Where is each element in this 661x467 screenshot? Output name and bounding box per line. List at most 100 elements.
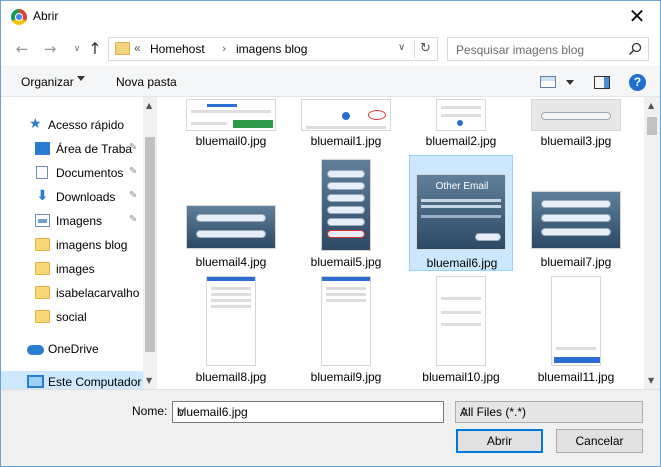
close-icon[interactable]: ✕ (614, 1, 660, 32)
navigation-scrollbar[interactable]: ▲ ▼ (143, 97, 157, 389)
thumbnail-image (551, 276, 601, 366)
star-icon: ★ (29, 116, 42, 132)
breadcrumb-overflow-icon[interactable]: « (134, 41, 141, 55)
chevron-down-icon[interactable]: ∨ (177, 405, 439, 419)
file-tile-bluemail8[interactable]: bluemail8.jpg (179, 274, 283, 389)
sidebar-item-label: social (56, 310, 87, 324)
sidebar-item-images[interactable]: images (1, 258, 143, 280)
thumbnail-image (321, 159, 371, 251)
preview-pane-icon[interactable] (594, 76, 610, 89)
file-name-label: Nome: (132, 404, 168, 418)
sidebar-item-label: Documentos (56, 166, 124, 180)
file-name: bluemail7.jpg (540, 255, 612, 269)
file-name: bluemail9.jpg (310, 370, 382, 384)
thumbnail-image (436, 99, 486, 131)
folder-icon (35, 310, 50, 323)
folder-icon (35, 238, 50, 251)
forward-arrow-icon[interactable]: → (41, 40, 59, 58)
thumbnail-image (321, 276, 371, 366)
sidebar-item-label: isabelacarvalho (56, 286, 140, 300)
file-tile-bluemail4[interactable]: bluemail4.jpg (179, 155, 283, 271)
document-icon (36, 166, 48, 179)
scroll-up-icon[interactable]: ▲ (146, 101, 152, 110)
address-bar[interactable]: « Homehost › imagens blog ∨ ↻ (108, 37, 438, 61)
thumbnail-image (531, 191, 621, 249)
window-title: Abrir (33, 9, 59, 23)
sidebar-item-imagens-blog[interactable]: imagens blog (1, 234, 143, 256)
address-dropdown-icon[interactable]: ∨ (398, 42, 405, 53)
open-button[interactable]: Abrir (456, 429, 543, 453)
sidebar-item-social[interactable]: social (1, 306, 143, 328)
scrollbar-thumb[interactable] (145, 137, 155, 352)
file-tile-bluemail5[interactable]: bluemail5.jpg (294, 155, 398, 271)
cancel-button[interactable]: Cancelar (556, 429, 643, 453)
file-tile-bluemail6[interactable]: Other Email bluemail6.jpg (409, 155, 513, 271)
sidebar-item-onedrive[interactable]: OneDrive (1, 338, 143, 360)
file-tile-bluemail0[interactable]: bluemail0.jpg (179, 97, 283, 148)
scroll-up-icon[interactable]: ▲ (648, 101, 654, 110)
view-options-caret-icon[interactable] (566, 80, 574, 85)
thumbnail-image (301, 99, 391, 131)
sidebar-item-label: images (56, 262, 95, 276)
thumbnail-image (186, 99, 276, 131)
file-name-input[interactable]: bluemail6.jpg ∨ (172, 401, 444, 423)
file-name: bluemail11.jpg (537, 370, 615, 384)
cloud-icon (27, 345, 44, 355)
help-icon[interactable]: ? (629, 74, 646, 91)
sidebar-item-downloads[interactable]: ⬇ Downloads ✎ (1, 186, 143, 208)
scrollbar-thumb[interactable] (647, 117, 657, 135)
breadcrumb-imagens-blog[interactable]: imagens blog (236, 42, 307, 56)
sidebar-item-area-de-trabalho[interactable]: Área de Traba ✎ (1, 138, 143, 160)
search-box[interactable]: Pesquisar imagens blog (447, 37, 649, 61)
file-tile-bluemail9[interactable]: bluemail9.jpg (294, 274, 398, 389)
folder-icon (115, 42, 130, 55)
search-input[interactable]: Pesquisar imagens blog (456, 43, 584, 57)
pin-icon: ✎ (129, 214, 138, 225)
file-list: bluemail0.jpg bluemail1.jpg bluemail2.jp… (157, 97, 644, 389)
thumbnail-image (186, 205, 276, 249)
scroll-down-icon[interactable]: ▼ (648, 376, 654, 385)
file-tile-bluemail10[interactable]: bluemail10.jpg (409, 274, 513, 389)
computer-icon (27, 375, 44, 388)
sidebar-item-documentos[interactable]: Documentos ✎ (1, 162, 143, 184)
sidebar-item-imagens[interactable]: Imagens ✎ (1, 210, 143, 232)
file-tile-bluemail2[interactable]: bluemail2.jpg (409, 97, 513, 148)
new-folder-button[interactable]: Nova pasta (116, 75, 177, 89)
file-name: bluemail5.jpg (310, 255, 382, 269)
sidebar-item-isabelacarvalho[interactable]: isabelacarvalho (1, 282, 143, 304)
change-view-icon[interactable] (540, 76, 556, 88)
breadcrumb-homehost[interactable]: Homehost (150, 42, 205, 56)
navigation-row: ← → ∨ ↑ « Homehost › imagens blog ∨ ↻ Pe… (1, 32, 660, 66)
file-name: bluemail6.jpg (426, 256, 498, 270)
file-name: bluemail0.jpg (195, 134, 267, 148)
search-icon[interactable] (628, 42, 642, 56)
scroll-down-icon[interactable]: ▼ (146, 376, 152, 385)
back-arrow-icon[interactable]: ← (13, 40, 31, 58)
file-tile-bluemail1[interactable]: bluemail1.jpg (294, 97, 398, 148)
file-tile-bluemail3[interactable]: bluemail3.jpg (524, 97, 628, 148)
file-tile-bluemail7[interactable]: bluemail7.jpg (524, 155, 628, 271)
chevron-down-icon[interactable]: ∨ (460, 405, 638, 419)
file-name: bluemail10.jpg (422, 370, 500, 384)
file-tile-bluemail11[interactable]: bluemail11.jpg (524, 274, 628, 389)
download-icon: ⬇ (36, 188, 49, 204)
dialog-footer: Nome: bluemail6.jpg ∨ All Files (*.*) ∨ … (1, 389, 660, 466)
pictures-icon (35, 214, 50, 227)
pin-icon: ✎ (129, 190, 138, 201)
open-file-dialog: Abrir ✕ ← → ∨ ↑ « Homehost › imagens blo… (0, 0, 661, 467)
file-list-scrollbar[interactable]: ▲ ▼ (644, 97, 660, 389)
caret-down-icon[interactable] (77, 76, 85, 81)
pin-icon: ✎ (129, 166, 138, 177)
recent-locations-chevron-icon[interactable]: ∨ (68, 40, 86, 58)
title-bar: Abrir ✕ (1, 1, 660, 32)
sidebar-item-este-computador[interactable]: Este Computador (1, 371, 143, 389)
sidebar-item-label: Área de Traba (56, 142, 133, 156)
sidebar-item-acesso-rapido[interactable]: ★ Acesso rápido (1, 114, 143, 136)
breadcrumb-separator-icon[interactable]: › (222, 42, 226, 55)
file-type-select[interactable]: All Files (*.*) ∨ (455, 401, 643, 423)
organize-button[interactable]: Organizar (21, 75, 74, 89)
up-arrow-icon[interactable]: ↑ (86, 40, 104, 58)
refresh-icon[interactable]: ↻ (414, 40, 436, 58)
sidebar-item-label: OneDrive (48, 342, 99, 356)
file-name: bluemail2.jpg (425, 134, 497, 148)
